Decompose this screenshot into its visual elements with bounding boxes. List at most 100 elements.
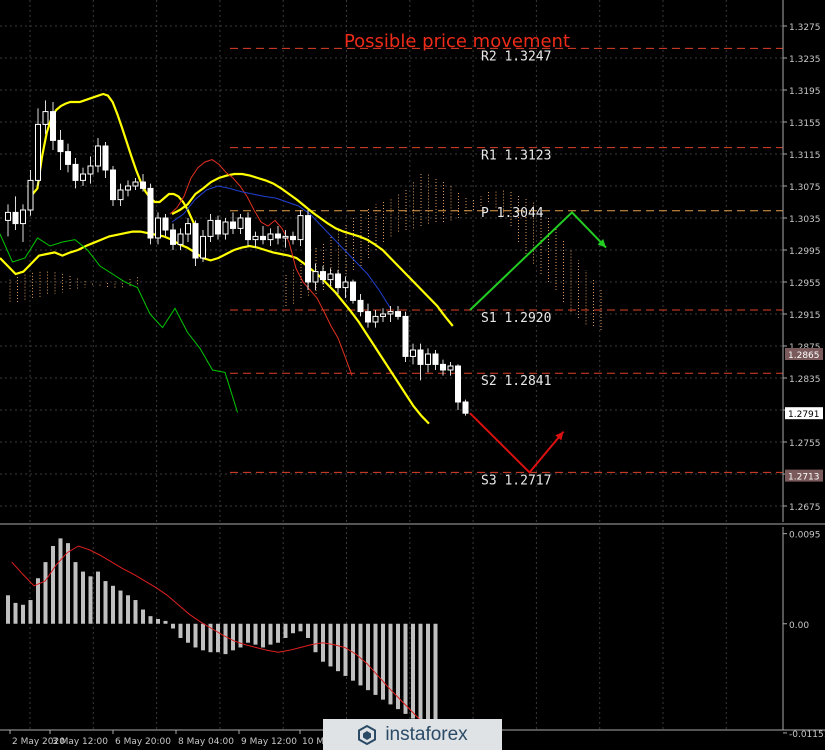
candle-body: [170, 229, 176, 245]
candle-body: [20, 209, 26, 225]
candle-body: [312, 271, 319, 283]
macd-histogram-bar: [298, 623, 303, 632]
candle-body: [155, 217, 161, 239]
price-axis-tick-label: 1.2675: [789, 503, 821, 513]
macd-histogram-bar: [433, 623, 438, 729]
candle-body: [222, 221, 229, 235]
pivot-level-label: R1 1.3123: [481, 149, 551, 164]
macd-histogram-bar: [253, 623, 258, 645]
candle-body: [417, 349, 424, 365]
macd-histogram-bar: [88, 576, 93, 624]
macd-histogram-bar: [381, 623, 385, 700]
candle-body: [267, 233, 274, 241]
price-badge-label: 1.2713: [788, 473, 820, 483]
candle-body: [432, 353, 439, 365]
time-axis-tick-label: 6 May 20:00: [115, 737, 171, 747]
macd-histogram-bar: [306, 623, 310, 638]
candle-body: [425, 353, 431, 365]
macd-histogram-bar: [276, 623, 280, 643]
macd-histogram-bar: [81, 571, 85, 624]
indicator-series-line: [0, 233, 238, 413]
candle-body: [87, 165, 94, 175]
macd-histogram-bar: [411, 623, 415, 719]
pivot-level-label: P 1.3044: [481, 206, 544, 221]
macd-histogram-bar: [358, 623, 363, 686]
price-badge-label: 1.2791: [788, 410, 820, 420]
candle-body: [275, 233, 281, 239]
macd-histogram-bar: [426, 623, 430, 727]
price-axis-tick-label: 1.3155: [789, 119, 821, 129]
pivot-level-label: S1 1.2920: [481, 311, 551, 326]
candle-body: [387, 311, 394, 315]
candle-body: [207, 219, 214, 237]
candle-body: [365, 311, 371, 323]
price-axis-tick-label: 1.3195: [789, 87, 821, 97]
macd-histogram-bar: [171, 623, 175, 629]
candle-body: [80, 173, 86, 181]
candle-body: [297, 215, 304, 241]
candle-body: [320, 271, 326, 281]
macd-histogram-bar: [291, 623, 295, 634]
candle-body: [305, 215, 311, 283]
candle-body: [402, 315, 409, 357]
candle-body: [177, 233, 184, 245]
candle-body: [230, 221, 236, 229]
candle-body: [290, 235, 296, 241]
instaforex-watermark: instaforex: [323, 719, 502, 750]
candle-body: [102, 145, 109, 171]
candle-body: [252, 235, 259, 241]
candle-body: [215, 219, 221, 235]
macd-histogram-bar: [163, 620, 168, 624]
candle-body: [327, 273, 334, 281]
candle-body: [380, 313, 386, 317]
chart-canvas: R2 1.3247R1 1.3123P 1.3044S1 1.2920S2 1.…: [0, 0, 825, 747]
macd-histogram-bar: [28, 600, 33, 624]
candle-body: [192, 223, 199, 259]
candle-body: [237, 217, 244, 229]
candle-body: [185, 223, 191, 235]
candle-body: [455, 365, 461, 403]
macd-axis-tick-label: -0.01151: [789, 730, 825, 740]
macd-histogram-bar: [388, 623, 393, 705]
candle-body: [410, 349, 416, 357]
macd-histogram-bar: [141, 609, 145, 624]
macd-histogram-bar: [418, 623, 423, 724]
macd-histogram-bar: [246, 623, 250, 643]
macd-histogram-bar: [156, 619, 160, 624]
macd-histogram-bar: [366, 623, 370, 691]
candle-body: [125, 185, 131, 191]
candle-body: [57, 139, 64, 153]
candle-body: [342, 281, 349, 289]
candle-body: [162, 217, 169, 231]
candle-body: [462, 401, 469, 414]
macd-histogram-bar: [66, 543, 70, 624]
macd-histogram-bar: [268, 623, 273, 645]
candle-body: [5, 211, 11, 221]
candle-body: [447, 365, 454, 371]
candle-body: [42, 111, 49, 125]
price-axis-tick-label: 1.2835: [789, 375, 821, 385]
macd-axis-tick-label: 0.0095: [789, 531, 821, 541]
price-axis-tick-label: 1.2915: [789, 311, 821, 321]
price-axis-tick-label: 1.3035: [789, 215, 821, 225]
chart-root: R2 1.3247 R1 1.3123 P 1.3044 S1 1.2920 S2 1.…: [0, 0, 825, 750]
chart-title: Possible price movement: [344, 31, 570, 52]
candle-body: [50, 111, 56, 141]
candle-body: [35, 123, 41, 181]
macd-histogram-bar: [21, 604, 25, 624]
projection-arrow-line: [469, 412, 565, 474]
macd-histogram-bar: [186, 623, 190, 643]
macd-histogram-bar: [193, 623, 198, 648]
candle-body: [117, 189, 124, 201]
price-axis-tick-label: 1.3115: [789, 151, 821, 161]
macd-histogram-bar: [403, 623, 408, 714]
candle-body: [350, 281, 356, 301]
macd-histogram-bar: [126, 595, 130, 624]
candle-body: [132, 181, 139, 187]
candle-body: [147, 187, 154, 239]
macd-histogram-bar: [343, 623, 348, 676]
candle-body: [95, 145, 101, 167]
candle-body: [65, 151, 71, 165]
candle-body: [27, 179, 34, 211]
candle-body: [200, 235, 206, 259]
